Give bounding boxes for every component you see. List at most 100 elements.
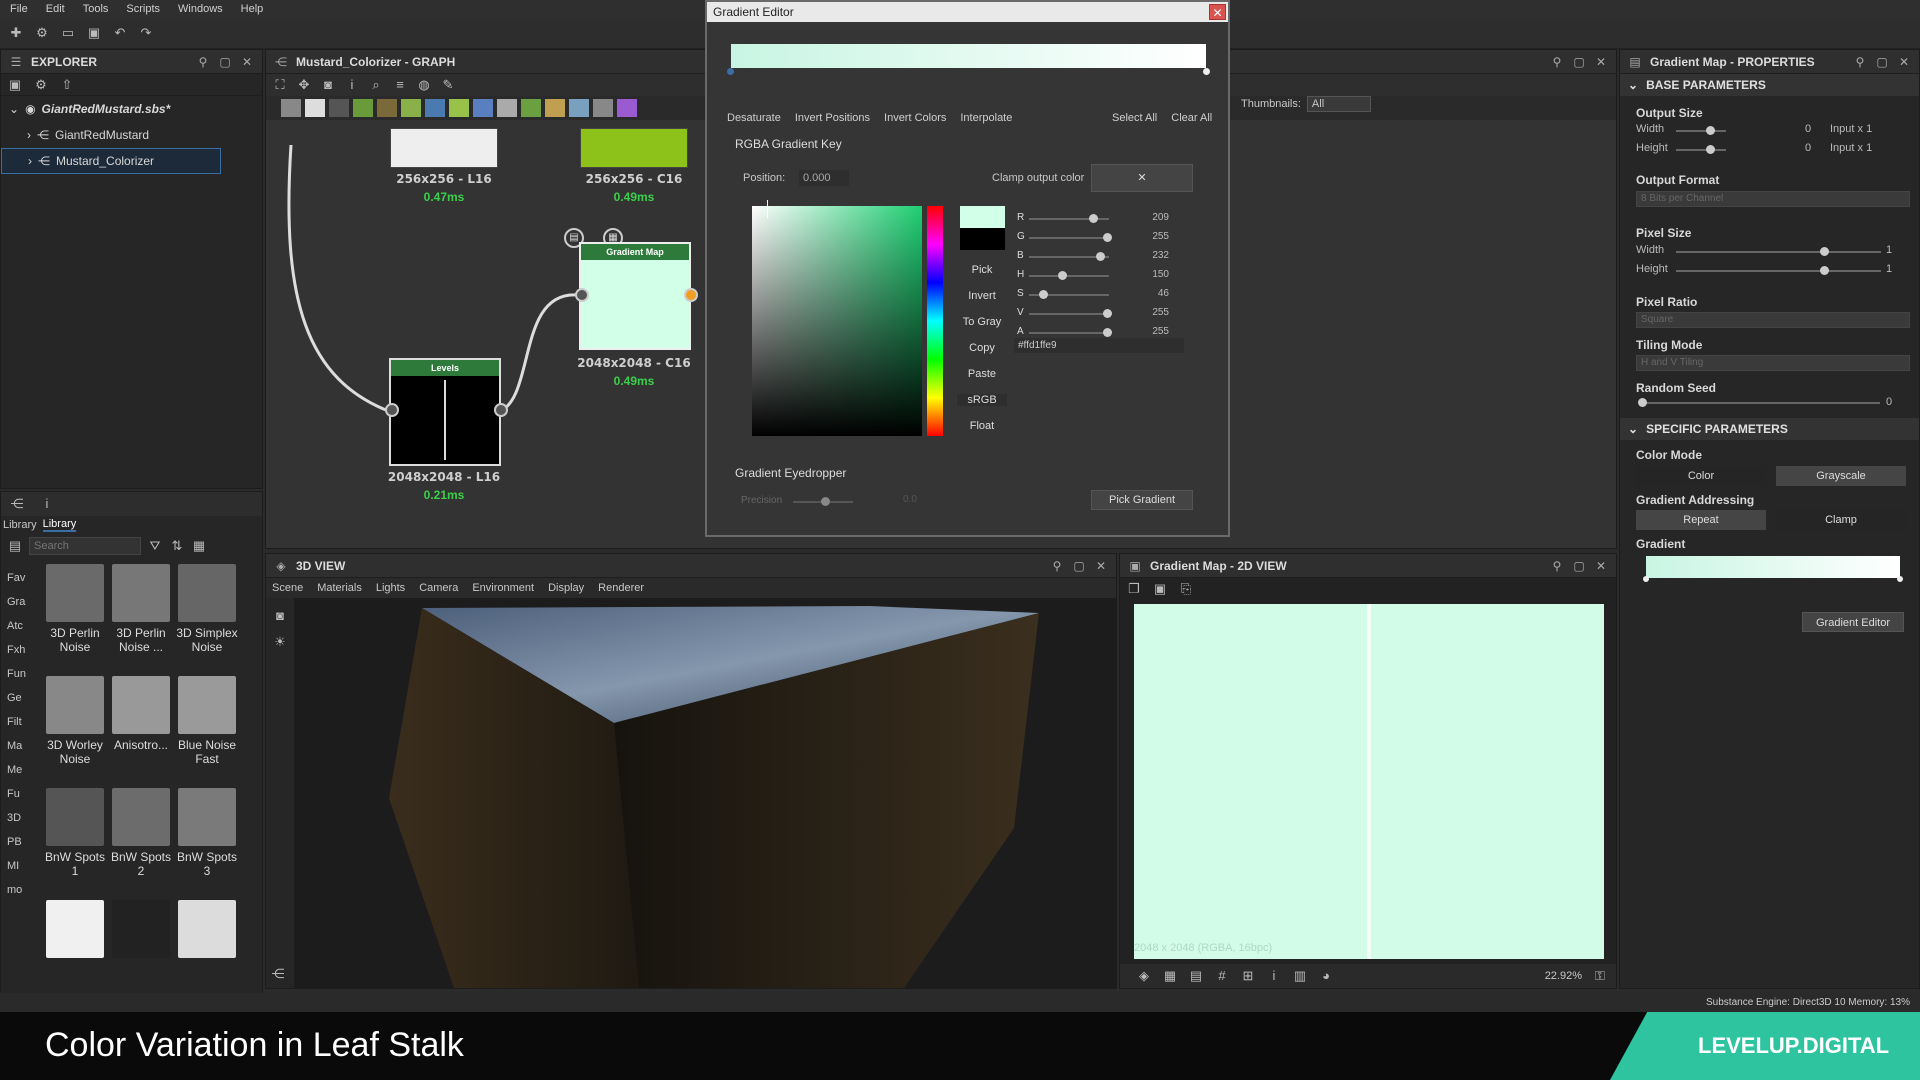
- tab-library-1[interactable]: Library: [3, 519, 37, 531]
- gradient-key-start[interactable]: [1643, 576, 1649, 582]
- float-icon[interactable]: ▢: [1072, 559, 1086, 573]
- side-button-copy[interactable]: Copy: [957, 342, 1007, 354]
- float-icon[interactable]: ▢: [1572, 559, 1586, 573]
- pin-icon[interactable]: ⚲: [1853, 55, 1867, 69]
- chevron-down-icon[interactable]: ⌄: [9, 102, 19, 116]
- side-button-to-gray[interactable]: To Gray: [957, 316, 1007, 328]
- tiling-icon[interactable]: ⊞: [1240, 968, 1256, 984]
- lock-icon[interactable]: ⚿: [1592, 968, 1608, 984]
- camera-icon[interactable]: ◙: [272, 608, 288, 624]
- library-category[interactable]: Atc: [7, 620, 23, 632]
- gradient-key-end[interactable]: [1203, 68, 1210, 75]
- channels-icon[interactable]: ▤: [1188, 968, 1204, 984]
- close-icon[interactable]: ✕: [1209, 4, 1226, 20]
- slider-knob[interactable]: [1103, 328, 1112, 337]
- library-item[interactable]: Blue Noise Fast: [175, 676, 239, 766]
- save-icon[interactable]: ▣: [1152, 581, 1168, 597]
- filter-tree-icon[interactable]: ▤: [7, 538, 23, 554]
- gradient-editor-button[interactable]: Gradient Editor: [1802, 612, 1904, 632]
- menu-camera[interactable]: Camera: [419, 582, 458, 594]
- library-item[interactable]: Anisotro...: [109, 676, 173, 752]
- library-item[interactable]: [43, 900, 107, 962]
- addressing-clamp[interactable]: Clamp: [1776, 510, 1906, 530]
- hue-slider[interactable]: [927, 206, 943, 436]
- close-icon[interactable]: ✕: [1094, 559, 1108, 573]
- library-category[interactable]: Gra: [7, 596, 25, 608]
- pin-icon[interactable]: ⚲: [196, 55, 210, 69]
- side-button-invert[interactable]: Invert: [957, 290, 1007, 302]
- gradient-key-end[interactable]: [1897, 576, 1903, 582]
- menu-edit[interactable]: Edit: [46, 3, 65, 15]
- new-icon[interactable]: ⚙: [33, 77, 49, 93]
- output-port[interactable]: [684, 288, 698, 302]
- menu-display[interactable]: Display: [548, 582, 584, 594]
- redo-icon[interactable]: ↷: [138, 25, 154, 41]
- corner-icon[interactable]: ⋲: [270, 966, 286, 982]
- gradient-bar[interactable]: [731, 44, 1206, 68]
- library-search-input[interactable]: [29, 537, 141, 555]
- specific-parameters-section[interactable]: ⌄ SPECIFIC PARAMETERS: [1620, 418, 1919, 440]
- new-package-icon[interactable]: ✚: [8, 25, 24, 41]
- chevron-right-icon[interactable]: ›: [28, 154, 32, 168]
- output-port[interactable]: [494, 403, 508, 417]
- slider-knob[interactable]: [1057, 271, 1067, 280]
- open-icon[interactable]: ▭: [60, 25, 76, 41]
- grid-icon[interactable]: #: [1214, 968, 1230, 984]
- save-package-icon[interactable]: ▣: [7, 77, 23, 93]
- slider-knob[interactable]: [1103, 233, 1112, 242]
- channel-slider[interactable]: [1029, 332, 1109, 334]
- node-gradient-map[interactable]: Gradient Map: [579, 242, 691, 350]
- slider-knob[interactable]: [1095, 252, 1105, 261]
- slider-knob[interactable]: [1039, 290, 1049, 299]
- node-levels[interactable]: Levels: [389, 358, 501, 466]
- menu-file[interactable]: File: [10, 3, 28, 15]
- sort-icon[interactable]: ⇅: [169, 538, 185, 554]
- position-input[interactable]: 0.000: [799, 170, 849, 186]
- close-icon[interactable]: ✕: [1897, 55, 1911, 69]
- menu-renderer[interactable]: Renderer: [598, 582, 644, 594]
- pin-icon[interactable]: ⚲: [1550, 559, 1564, 573]
- library-category[interactable]: Fxh: [7, 644, 25, 656]
- side-button-float[interactable]: Float: [957, 420, 1007, 432]
- package-row[interactable]: ⌄ ◉ GiantRedMustard.sbs*: [1, 96, 262, 122]
- hex-input[interactable]: #ffd1ffe9: [1014, 338, 1184, 353]
- menu-lights[interactable]: Lights: [376, 582, 405, 594]
- width-mode[interactable]: Input x 1: [1830, 123, 1872, 135]
- menu-tools[interactable]: Tools: [83, 3, 109, 15]
- library-item[interactable]: 3D Perlin Noise ...: [109, 564, 173, 654]
- checker-icon[interactable]: ▦: [1162, 968, 1178, 984]
- input-port[interactable]: [385, 403, 399, 417]
- color-mode-grayscale[interactable]: Grayscale: [1776, 466, 1906, 486]
- copy-icon[interactable]: ❐: [1126, 581, 1142, 597]
- filter-icon[interactable]: ⛛: [147, 538, 163, 554]
- tab-library-2[interactable]: Library: [42, 518, 77, 532]
- zoom-level[interactable]: 22.92%: [1545, 970, 1582, 982]
- view3d-viewport[interactable]: [294, 598, 1116, 988]
- slider-knob[interactable]: [1820, 266, 1829, 275]
- menu-scripts[interactable]: Scripts: [126, 3, 160, 15]
- library-item[interactable]: BnW Spots 3: [175, 788, 239, 878]
- menu-scene[interactable]: Scene: [272, 582, 303, 594]
- light-icon[interactable]: ☀: [272, 634, 288, 650]
- side-button-srgb[interactable]: sRGB: [957, 394, 1007, 406]
- publish-icon[interactable]: ⇧: [59, 77, 75, 93]
- pin-icon[interactable]: ⚲: [1050, 559, 1064, 573]
- new-graph-icon[interactable]: ⚙: [34, 25, 50, 41]
- menu-materials[interactable]: Materials: [317, 582, 362, 594]
- node-thumbnail-2[interactable]: [580, 128, 688, 168]
- random-seed-slider[interactable]: [1640, 402, 1880, 404]
- color-mode-color[interactable]: Color: [1636, 466, 1766, 486]
- input-port[interactable]: [575, 288, 589, 302]
- library-category[interactable]: Fav: [7, 572, 25, 584]
- tiling-mode-select[interactable]: H and V Tiling: [1636, 355, 1910, 371]
- export-icon[interactable]: ⎘: [1178, 581, 1194, 597]
- float-icon[interactable]: ▢: [1572, 55, 1586, 69]
- tree-icon[interactable]: ⋲: [9, 496, 25, 512]
- library-category[interactable]: Ge: [7, 692, 22, 704]
- library-category[interactable]: PB: [7, 836, 22, 848]
- invert-positions-button[interactable]: Invert Positions: [795, 112, 870, 124]
- library-category[interactable]: Ma: [7, 740, 22, 752]
- slider-knob[interactable]: [1706, 126, 1715, 135]
- invert-colors-button[interactable]: Invert Colors: [884, 112, 946, 124]
- gradient-key-selected[interactable]: [727, 68, 734, 75]
